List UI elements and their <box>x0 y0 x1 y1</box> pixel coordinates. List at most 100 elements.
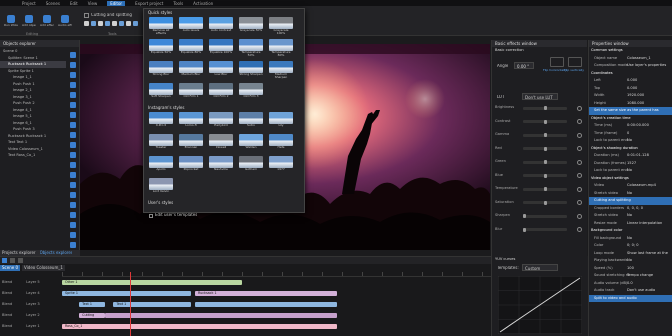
reset-icon[interactable] <box>577 186 582 192</box>
style-preset[interactable]: Apollo <box>149 156 173 176</box>
checkbox-cutting[interactable] <box>84 13 89 18</box>
property-row[interactable]: Time (ms) 0:00:00.000 <box>589 122 672 130</box>
object-tool-icon[interactable] <box>70 192 76 198</box>
edit-templates-row[interactable]: Edit user's templates <box>144 212 304 219</box>
property-row[interactable]: Lock to parent end No <box>589 167 672 175</box>
property-row[interactable]: Video Colosseum.mp4 <box>589 182 672 190</box>
add-effect-button[interactable]: Add effect <box>40 15 54 29</box>
property-row[interactable]: Composition mode Use layer's properties <box>589 62 672 70</box>
tab-scene-0[interactable]: Scene 0 <box>0 265 21 271</box>
style-preset[interactable]: Remove all effects <box>149 17 173 37</box>
property-value[interactable]: No <box>627 212 632 220</box>
object-tool-icon[interactable] <box>70 122 76 128</box>
reset-icon[interactable] <box>577 132 582 138</box>
property-value[interactable]: No <box>627 190 632 198</box>
timeline-clip[interactable]: Rucksack 1 <box>194 291 337 296</box>
property-row[interactable]: Left 0.000 <box>589 77 672 85</box>
property-value[interactable]: Use layer's properties <box>627 62 666 70</box>
style-preset[interactable]: Inkwell <box>209 134 233 154</box>
edit-templates-checkbox[interactable] <box>149 213 153 218</box>
property-value[interactable]: Tempo change <box>627 272 653 280</box>
property-value[interactable]: 100 <box>627 265 634 273</box>
menu-item[interactable]: Project <box>22 1 36 6</box>
property-row[interactable]: Lock to parent end No <box>589 137 672 145</box>
style-preset[interactable]: Old Film 2 <box>209 83 233 103</box>
timeline-clip[interactable]: Other 1 <box>62 280 243 285</box>
style-preset[interactable]: Equalize 50% <box>149 39 173 59</box>
timeline-clip[interactable]: Ross_Co_1 <box>62 324 337 329</box>
style-preset[interactable]: Temperature 50% <box>239 39 263 59</box>
curve-graph[interactable] <box>498 276 582 334</box>
property-row[interactable]: Cropped borders 0, 0, 0, 0 <box>589 205 672 213</box>
slider-handle[interactable] <box>523 214 526 218</box>
property-row[interactable]: Set the same size as the parent has <box>589 107 672 115</box>
property-value[interactable]: 0, 0, 0, 0 <box>627 205 643 213</box>
crop-icon[interactable] <box>98 21 103 26</box>
style-preset[interactable]: Equalize 100% <box>209 39 233 59</box>
slider-track[interactable] <box>523 214 567 218</box>
slider-handle[interactable] <box>543 160 547 164</box>
object-tool-icon[interactable] <box>70 52 76 58</box>
tree-item[interactable]: Text Ross_Co_1 <box>0 152 66 159</box>
property-value[interactable]: No <box>627 137 632 145</box>
menu-item[interactable]: Export project <box>135 1 163 6</box>
reset-icon[interactable] <box>577 173 582 178</box>
slider-handle[interactable] <box>543 173 547 178</box>
slider-handle[interactable] <box>523 227 526 232</box>
property-value[interactable]: 1527 <box>627 160 636 168</box>
reset-icon[interactable] <box>577 213 582 219</box>
timeline-clip[interactable] <box>104 313 337 318</box>
property-row[interactable]: Width 1920.000 <box>589 92 672 100</box>
style-preset[interactable]: Medium Blur <box>179 61 203 81</box>
object-tool-icon[interactable] <box>70 102 76 108</box>
property-row[interactable]: Coordinates <box>589 70 672 78</box>
style-preset[interactable]: X-Pro II <box>149 112 173 132</box>
object-tool-icon[interactable] <box>70 232 76 238</box>
paste-icon[interactable] <box>133 21 138 26</box>
timeline-clip[interactable]: Sprite 1 <box>62 291 191 296</box>
style-preset[interactable]: Grayscale 100% <box>269 17 293 37</box>
object-tool-icon[interactable] <box>70 212 76 218</box>
property-value[interactable]: Linear interpolation <box>627 220 662 228</box>
flip-horizontal-button[interactable] <box>550 57 564 67</box>
property-value[interactable]: No <box>627 167 632 175</box>
run-wizard-button[interactable]: Run Wizard <box>4 15 18 29</box>
stop-icon[interactable] <box>10 258 15 263</box>
play-icon[interactable] <box>2 258 7 263</box>
style-preset[interactable]: Grayscale 50% <box>239 17 263 37</box>
property-row[interactable]: Object's showing duration <box>589 145 672 153</box>
property-value[interactable]: 0:00:00.000 <box>627 122 649 130</box>
slider-track[interactable] <box>523 228 567 231</box>
property-value[interactable]: No <box>627 257 632 265</box>
menu-item[interactable]: View <box>88 1 98 6</box>
property-row[interactable]: Audio volume (dB) 0.0 <box>589 280 672 288</box>
object-tool-icon[interactable] <box>70 202 76 208</box>
slider-handle[interactable] <box>543 187 547 191</box>
property-value[interactable]: 0.000 <box>627 85 637 93</box>
property-value[interactable]: No <box>627 235 632 243</box>
zoom-icon[interactable] <box>18 258 23 263</box>
basic-correction-section[interactable]: Basic correction <box>492 47 587 54</box>
timeline-clip[interactable]: Cutting <box>79 313 105 318</box>
property-row[interactable]: Duration (frames) 1527 <box>589 160 672 168</box>
object-tool-icon[interactable] <box>70 132 76 138</box>
style-preset[interactable]: Strong Sharpen <box>239 61 263 81</box>
delete-icon[interactable] <box>119 21 124 26</box>
object-tool-icon[interactable] <box>70 222 76 228</box>
reset-icon[interactable] <box>577 227 582 232</box>
tab-video-colosseum[interactable]: Video Colosseum_1 <box>22 265 65 271</box>
object-tool-icon[interactable] <box>70 242 76 248</box>
style-preset[interactable]: Auto levels <box>179 17 203 37</box>
object-tool-icon[interactable] <box>70 182 76 188</box>
style-preset[interactable]: Hefe <box>269 134 293 154</box>
reset-icon[interactable] <box>577 200 582 205</box>
property-value[interactable]: 0; 0; 0 <box>627 242 639 250</box>
property-value[interactable]: 1920.000 <box>627 92 644 100</box>
style-preset[interactable]: Soft Sharpen <box>149 83 173 103</box>
style-preset[interactable]: Temperature 80% <box>269 39 293 59</box>
slider-handle[interactable] <box>543 200 547 205</box>
property-row[interactable]: Cutting and splitting <box>589 197 672 205</box>
timeline-clip[interactable]: Text 1 <box>79 302 105 307</box>
reset-icon[interactable] <box>577 159 582 165</box>
property-value[interactable]: Don't use audio <box>627 287 655 295</box>
